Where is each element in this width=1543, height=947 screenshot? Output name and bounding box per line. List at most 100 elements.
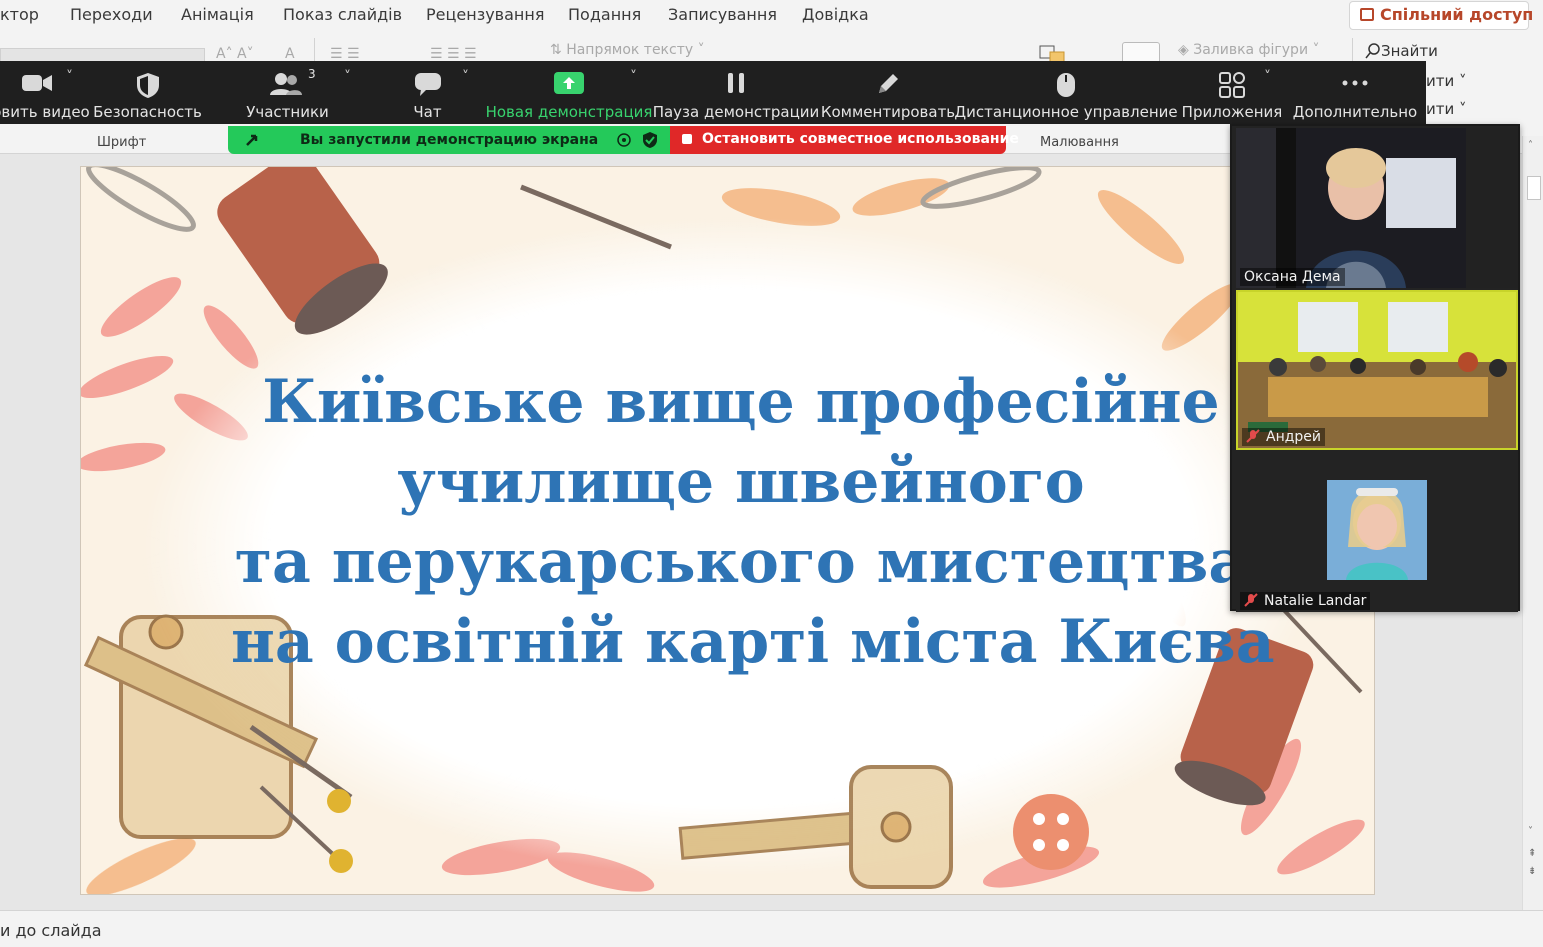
select-button[interactable]: ити ˅: [1426, 100, 1467, 118]
participants-video-panel[interactable]: Оксана Дема Андрей Natalie Landar: [1230, 124, 1520, 612]
chat-button[interactable]: Чат: [395, 61, 460, 124]
muted-mic-icon: [1246, 429, 1260, 443]
annotate-button[interactable]: Комментировать: [821, 61, 955, 124]
font-name-box[interactable]: [0, 48, 205, 62]
annotate-label: Комментировать: [820, 103, 956, 121]
shape-fill-button[interactable]: ◈ Заливка фігури ˅: [1178, 42, 1320, 58]
apps-icon: [1219, 72, 1245, 98]
more-label: Дополнительно: [1292, 103, 1418, 121]
remote-control-label: Дистанционное управление: [954, 103, 1178, 121]
slide-title-line-1: Київське вище професійне: [262, 367, 1220, 437]
pause-icon: [728, 73, 744, 93]
chat-chevron-down-icon[interactable]: ˅: [462, 69, 469, 85]
pause-share-button[interactable]: Пауза демонстрации: [653, 61, 819, 124]
zoom-meeting-toolbar: ˅ овить видео Безопасность 3 Участники ˅…: [0, 61, 1426, 124]
slide-title[interactable]: Київське вище професійне училище швейног…: [231, 362, 1275, 682]
slide-title-line-4: на освітній карті міста Києва: [231, 607, 1275, 677]
prev-slide-icon[interactable]: ⇞: [1528, 848, 1536, 859]
ppt-menu-bar: ктор Переходи Анімація Показ слайдів Рец…: [0, 0, 1543, 32]
menu-item-animation[interactable]: Анімація: [181, 5, 254, 24]
scroll-up-arrow-icon[interactable]: ˄: [1528, 140, 1533, 151]
participant-name: Андрей: [1266, 429, 1322, 445]
remote-control-button[interactable]: Дистанционное управление: [954, 61, 1178, 124]
ribbon-separator: [314, 38, 315, 62]
info-circle-icon[interactable]: [616, 132, 632, 148]
participant-video-feed: [1236, 128, 1518, 288]
menu-item-recording[interactable]: Записування: [668, 5, 777, 24]
shield-icon: [136, 73, 159, 98]
stop-video-label: овить видео: [0, 103, 90, 121]
menu-item-constructor[interactable]: ктор: [0, 5, 39, 24]
stop-square-icon: [682, 134, 692, 144]
pause-share-label: Пауза демонстрации: [652, 103, 820, 121]
group-label-drawing: Малювання: [1040, 135, 1119, 150]
participants-label: Участники: [246, 103, 329, 121]
pencil-icon: [879, 74, 898, 93]
apps-chevron-down-icon[interactable]: ˅: [1264, 69, 1271, 85]
share-button-label: Спільний доступ: [1380, 5, 1534, 24]
stop-video-button[interactable]: ˅ овить видео: [0, 61, 90, 124]
stop-share-label: Остановить совместное использование: [702, 131, 1019, 147]
security-label: Безопасность: [93, 103, 202, 121]
menu-item-help[interactable]: Довідка: [802, 5, 869, 24]
chat-bubble-icon: [414, 73, 441, 96]
bullets-icon[interactable]: ☰ ☰: [330, 46, 360, 62]
replace-label: ити: [1426, 72, 1455, 90]
security-button[interactable]: Безопасность: [93, 61, 202, 124]
shield-check-icon[interactable]: [642, 131, 658, 149]
slide-title-line-3: та перукарського мистецтва: [234, 527, 1248, 597]
participants-icon: [270, 73, 302, 95]
chat-label: Чат: [413, 103, 442, 121]
sharing-status-text: Вы запустили демонстрацию экрана: [300, 132, 599, 148]
more-button[interactable]: Дополнительно: [1292, 61, 1418, 124]
select-label: ити: [1426, 100, 1455, 118]
menu-item-view[interactable]: Подання: [568, 5, 641, 24]
slide-canvas[interactable]: Київське вище професійне училище швейног…: [80, 166, 1375, 895]
align-icon[interactable]: ☰ ☰ ☰: [430, 46, 477, 62]
participant-video-feed: [1238, 292, 1516, 448]
participant-name-tag: Андрей: [1242, 428, 1326, 446]
font-size-up-icon[interactable]: A˄ A˅: [216, 46, 254, 62]
text-direction-label: Напрямок тексту: [566, 42, 694, 58]
participant-name: Natalie Landar: [1264, 593, 1367, 609]
participant-video-andrey[interactable]: Андрей: [1236, 290, 1518, 450]
share-chevron-down-icon[interactable]: ˅: [630, 69, 637, 85]
mouse-icon: [1057, 73, 1075, 97]
chevron-down-icon[interactable]: ˅: [66, 69, 73, 85]
shape-fill-label: Заливка фігури: [1193, 42, 1309, 58]
more-dots-icon: [1342, 80, 1368, 86]
text-direction-button[interactable]: ⇅ Напрямок тексту ˅: [550, 42, 705, 58]
stop-share-button[interactable]: Остановить совместное использование: [670, 126, 1019, 154]
menu-item-transitions[interactable]: Переходи: [70, 5, 153, 24]
scroll-down-arrow-icon[interactable]: ˅: [1528, 826, 1533, 837]
share-screen-icon: [554, 72, 584, 94]
find-label: Знайти: [1381, 42, 1438, 60]
vertical-scrollbar[interactable]: ˄ ˅ ⇞ ⇟: [1522, 136, 1543, 910]
participant-avatar-area: [1236, 452, 1518, 612]
menu-item-slideshow[interactable]: Показ слайдів: [283, 5, 402, 24]
participant-video-oksana[interactable]: Оксана Дема: [1236, 128, 1518, 288]
share-arrow-icon: [246, 134, 258, 146]
replace-button[interactable]: ити ˅: [1426, 72, 1467, 90]
new-share-label: Новая демонстрация: [485, 103, 653, 121]
share-button[interactable]: Спільний доступ: [1349, 1, 1533, 30]
participants-chevron-down-icon[interactable]: ˅: [344, 69, 351, 85]
group-label-font: Шрифт: [97, 135, 147, 150]
status-bar: и до слайда: [0, 910, 1543, 947]
clear-format-icon[interactable]: A: [285, 46, 295, 62]
find-button[interactable]: Знайти: [1365, 42, 1438, 60]
slide-notes-hint[interactable]: и до слайда: [0, 921, 102, 940]
next-slide-icon[interactable]: ⇟: [1528, 866, 1536, 877]
new-share-button[interactable]: Новая демонстрация: [486, 61, 652, 124]
participants-count-badge: 3: [308, 67, 316, 81]
sharing-status-banner[interactable]: Вы запустили демонстрацию экрана: [228, 126, 670, 154]
menu-item-review[interactable]: Рецензування: [426, 5, 544, 24]
muted-mic-icon: [1244, 593, 1258, 607]
participant-name-tag: Natalie Landar: [1240, 592, 1371, 610]
search-icon: [1365, 43, 1380, 59]
participant-video-natalie[interactable]: Natalie Landar: [1236, 452, 1518, 612]
participant-name: Оксана Дема: [1244, 269, 1341, 285]
apps-label: Приложения: [1181, 103, 1283, 121]
participants-button[interactable]: 3 Участники: [240, 61, 335, 124]
scroll-thumb[interactable]: [1527, 176, 1541, 200]
